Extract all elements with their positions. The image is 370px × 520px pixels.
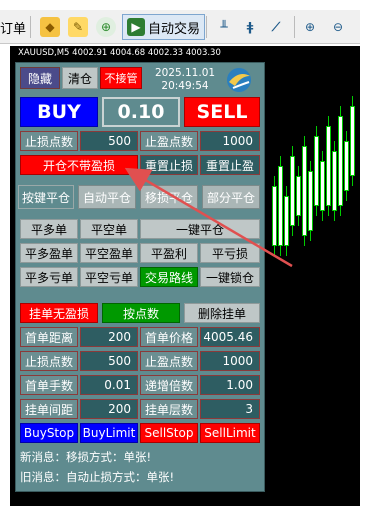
orders-label: 订单 xyxy=(0,21,27,37)
pending-stoploss-input[interactable]: 500 xyxy=(80,351,138,371)
autotrade-icon: ▶ xyxy=(127,18,145,36)
zoom-out-button[interactable]: ⊖ xyxy=(328,14,348,40)
pending-takeprofit-input[interactable]: 1000 xyxy=(200,351,260,371)
pending-takeprofit-label: 止盈点数 xyxy=(140,351,198,371)
new-message: 新消息：移损方式：单张! xyxy=(20,450,152,464)
zoom-out-icon: ⊖ xyxy=(332,20,344,34)
pending-spacing-label: 挂单间距 xyxy=(20,399,78,419)
close-short-button[interactable]: 平空单 xyxy=(80,219,138,239)
pending-layers-input[interactable]: 3 xyxy=(200,399,260,419)
first-order-lots-input[interactable]: 0.01 xyxy=(80,375,138,395)
tab-partial-close[interactable]: 部分平仓 xyxy=(202,185,260,209)
toolbar: 订单 ◆ ✎ ⊕ ▶ 自动交易 ╨ ǂ ⟋ ⊕ ⊖ xyxy=(0,10,360,44)
candle-body xyxy=(314,136,319,206)
toolbar-separator xyxy=(294,16,295,38)
reset-takeprofit-button[interactable]: 重置止盈 xyxy=(200,155,260,175)
open-no-sltp-button[interactable]: 开仓不带盈损 xyxy=(20,155,138,175)
trade-route-button[interactable]: 交易路线 xyxy=(140,267,198,287)
app-window: 订单 ◆ ✎ ⊕ ▶ 自动交易 ╨ ǂ ⟋ ⊕ ⊖ XAUUSD,M5 4002… xyxy=(0,0,370,520)
tab-manual-close[interactable]: 按键平仓 xyxy=(18,185,74,209)
pending-layers-label: 挂单层数 xyxy=(140,399,198,419)
candle-body xyxy=(284,196,289,246)
close-short-loss-button[interactable]: 平空亏单 xyxy=(80,267,138,287)
selllimit-button[interactable]: SellLimit xyxy=(200,423,260,443)
buy-button[interactable]: BUY xyxy=(20,97,98,127)
chart-title: XAUUSD,M5 4002.91 4004.68 4002.33 4003.3… xyxy=(18,48,221,58)
candle-body xyxy=(302,146,307,236)
first-order-distance-label: 首单距离 xyxy=(20,327,78,347)
first-order-price-label: 首单价格 xyxy=(140,327,198,347)
signal-button[interactable]: ✎ xyxy=(68,14,88,40)
delete-pending-button[interactable]: 删除挂单 xyxy=(184,303,260,323)
candle-body xyxy=(344,141,349,191)
pending-stoploss-label: 止损点数 xyxy=(20,351,78,371)
bar-chart-button[interactable]: ╨ xyxy=(214,14,234,40)
candle-body xyxy=(272,186,277,246)
close-loss-button[interactable]: 平亏损 xyxy=(200,243,260,263)
trading-panel: 隐藏 清仓 不接管 2025.11.01 20:49:54 BUY 0.10 S… xyxy=(15,62,265,492)
candle-body xyxy=(350,106,355,176)
hide-button[interactable]: 隐藏 xyxy=(20,67,60,89)
takeprofit-input[interactable]: 1000 xyxy=(200,131,260,151)
line-chart-icon: ⟋ xyxy=(271,19,281,34)
date-display: 2025.11.01 xyxy=(154,67,216,79)
takeprofit-label: 止盈点数 xyxy=(140,131,198,151)
signal-icon: ✎ xyxy=(68,17,88,37)
toolbar-separator xyxy=(206,16,207,38)
buylimit-button[interactable]: BuyLimit xyxy=(80,423,138,443)
line-chart-button[interactable]: ⟋ xyxy=(266,14,286,40)
chart-folder-button[interactable]: ◆ xyxy=(40,14,60,40)
logo-icon xyxy=(222,65,256,95)
close-long-loss-button[interactable]: 平多亏单 xyxy=(20,267,78,287)
first-order-lots-label: 首单手数 xyxy=(20,375,78,395)
by-points-button[interactable]: 按点数 xyxy=(102,303,180,323)
candle-body xyxy=(338,116,343,206)
reset-stoploss-button[interactable]: 重置止损 xyxy=(140,155,198,175)
lot-size-input[interactable]: 0.10 xyxy=(102,97,180,127)
close-short-profit-button[interactable]: 平空盈单 xyxy=(80,243,138,263)
sellstop-button[interactable]: SellStop xyxy=(140,423,198,443)
close-profit-button[interactable]: 平盈利 xyxy=(140,243,198,263)
close-all-oneclick-button[interactable]: 一键平仓 xyxy=(140,219,260,239)
candle-body xyxy=(296,176,301,216)
old-message: 旧消息：自动止损方式：单张! xyxy=(20,470,175,484)
orders-menu[interactable]: 订单 xyxy=(0,14,26,40)
multiplier-label: 递增倍数 xyxy=(140,375,198,395)
candle-body xyxy=(290,156,295,226)
candle-chart-icon: ǂ xyxy=(246,20,254,34)
tab-trailing-close[interactable]: 移损平仓 xyxy=(140,185,198,209)
first-order-distance-input[interactable]: 200 xyxy=(80,327,138,347)
lock-positions-button[interactable]: 一键锁仓 xyxy=(200,267,260,287)
chart-folder-icon: ◆ xyxy=(40,17,60,37)
pending-no-sltp-button[interactable]: 挂单无盈损 xyxy=(20,303,98,323)
sell-button[interactable]: SELL xyxy=(184,97,260,127)
candle-body xyxy=(332,151,337,211)
autotrade-button[interactable]: ▶ 自动交易 xyxy=(122,14,206,40)
market-icon: ⊕ xyxy=(96,17,116,37)
multiplier-input[interactable]: 1.00 xyxy=(200,375,260,395)
candle-body xyxy=(278,166,283,246)
stoploss-input[interactable]: 500 xyxy=(80,131,138,151)
first-order-price-input[interactable]: 4005.46 xyxy=(200,327,260,347)
zoom-in-icon: ⊕ xyxy=(304,20,316,34)
candle-chart-button[interactable]: ǂ xyxy=(240,14,260,40)
market-button[interactable]: ⊕ xyxy=(96,14,116,40)
buystop-button[interactable]: BuyStop xyxy=(20,423,78,443)
pending-spacing-input[interactable]: 200 xyxy=(80,399,138,419)
bar-chart-icon: ╨ xyxy=(220,20,228,34)
candle-body xyxy=(308,171,313,231)
tab-auto-close[interactable]: 自动平仓 xyxy=(78,185,136,209)
close-long-button[interactable]: 平多单 xyxy=(20,219,78,239)
candle-body xyxy=(320,161,325,211)
autotrade-label: 自动交易 xyxy=(148,21,201,37)
close-long-profit-button[interactable]: 平多盈单 xyxy=(20,243,78,263)
close-all-button[interactable]: 清仓 xyxy=(62,67,98,89)
toolbar-separator xyxy=(30,16,31,38)
time-display: 20:49:54 xyxy=(161,80,209,92)
no-takeover-button[interactable]: 不接管 xyxy=(100,67,142,89)
stoploss-label: 止损点数 xyxy=(20,131,78,151)
candle-body xyxy=(326,126,331,206)
zoom-in-button[interactable]: ⊕ xyxy=(300,14,320,40)
